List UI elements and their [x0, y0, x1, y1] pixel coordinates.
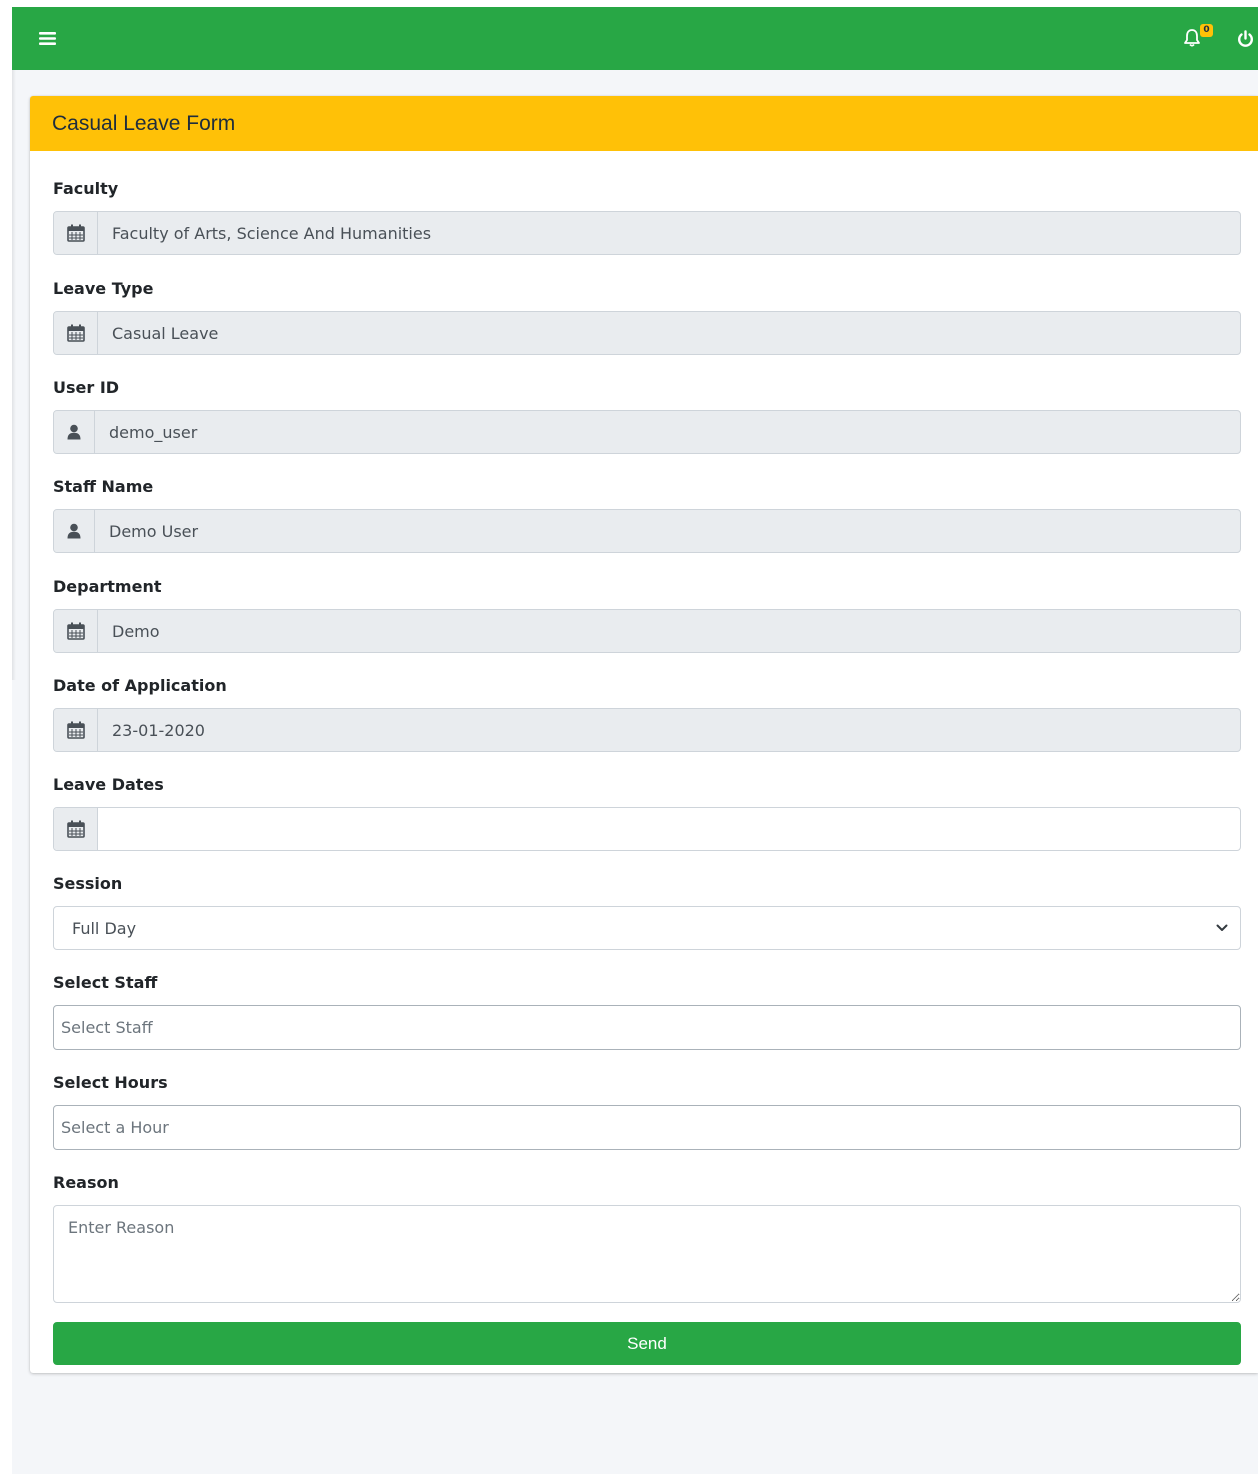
session-selected-value: Full Day	[72, 918, 137, 938]
leave-dates-addon	[54, 808, 98, 850]
staff-name-group: Staff Name	[53, 476, 1241, 553]
calendar-icon	[66, 622, 85, 640]
send-row: Send	[53, 1322, 1241, 1365]
faculty-input-group	[53, 211, 1241, 255]
date-of-application-addon	[54, 709, 98, 751]
date-of-application-input-group	[53, 708, 1241, 752]
leave-type-addon	[54, 312, 98, 354]
session-label: Session	[53, 874, 123, 893]
user-icon	[67, 523, 81, 539]
calendar-icon	[66, 324, 85, 342]
staff-name-addon	[54, 510, 95, 552]
date-of-application-label: Date of Application	[53, 676, 227, 695]
department-input-group	[53, 609, 1241, 653]
staff-name-field[interactable]	[95, 510, 1240, 552]
select-hours-label: Select Hours	[53, 1073, 168, 1092]
department-field[interactable]	[98, 610, 1240, 652]
card-title: Casual Leave Form	[52, 111, 236, 135]
sidebar-shadow	[12, 70, 16, 680]
session-select[interactable]: Full Day	[53, 906, 1241, 950]
leave-form-card: Casual Leave Form Faculty Leave Type	[30, 96, 1258, 1373]
faculty-label: Faculty	[53, 179, 119, 198]
card-header: Casual Leave Form	[30, 96, 1258, 151]
calendar-icon	[66, 224, 85, 242]
user-id-field[interactable]	[95, 411, 1240, 453]
select-hours-group: Select Hours	[53, 1072, 1241, 1150]
logout-button[interactable]	[1232, 7, 1258, 70]
calendar-icon	[66, 820, 85, 838]
select-hours-input[interactable]	[53, 1105, 1241, 1150]
reason-group: Reason	[53, 1172, 1241, 1303]
leave-dates-input-group	[53, 807, 1241, 851]
user-id-input-group	[53, 410, 1241, 454]
faculty-addon	[54, 212, 98, 254]
select-staff-label: Select Staff	[53, 973, 158, 992]
faculty-group: Faculty	[53, 178, 1241, 255]
department-label: Department	[53, 577, 162, 596]
department-group: Department	[53, 576, 1241, 653]
hamburger-menu-icon	[38, 32, 56, 45]
top-navbar: 0	[12, 7, 1258, 70]
leave-type-input-group	[53, 311, 1241, 355]
leave-type-group: Leave Type	[53, 278, 1241, 355]
send-button[interactable]: Send	[53, 1322, 1241, 1365]
staff-name-label: Staff Name	[53, 477, 154, 496]
reason-label: Reason	[53, 1173, 119, 1192]
leave-dates-label: Leave Dates	[53, 775, 164, 794]
leave-dates-group: Leave Dates	[53, 774, 1241, 851]
session-group: Session Full Day	[53, 873, 1241, 950]
leave-dates-field[interactable]	[98, 808, 1240, 850]
select-staff-group: Select Staff	[53, 972, 1241, 1050]
bell-icon	[1184, 29, 1200, 47]
leave-form: Faculty Leave Type	[30, 178, 1258, 1365]
reason-textarea[interactable]	[53, 1205, 1241, 1303]
select-staff-input[interactable]	[53, 1005, 1241, 1050]
power-icon	[1237, 29, 1253, 47]
date-of-application-group: Date of Application	[53, 675, 1241, 752]
user-icon	[67, 424, 81, 440]
date-of-application-field[interactable]	[98, 709, 1240, 751]
chevron-down-icon	[1216, 924, 1228, 931]
menu-toggle-button[interactable]	[34, 7, 60, 70]
leave-type-label: Leave Type	[53, 279, 154, 298]
department-addon	[54, 610, 98, 652]
user-id-addon	[54, 411, 95, 453]
leave-type-field[interactable]	[98, 312, 1240, 354]
user-id-label: User ID	[53, 378, 120, 397]
user-id-group: User ID	[53, 377, 1241, 454]
faculty-field[interactable]	[98, 212, 1240, 254]
notification-count-badge: 0	[1200, 24, 1213, 37]
staff-name-input-group	[53, 509, 1241, 553]
calendar-icon	[66, 721, 85, 739]
notifications-button[interactable]: 0	[1180, 7, 1220, 70]
